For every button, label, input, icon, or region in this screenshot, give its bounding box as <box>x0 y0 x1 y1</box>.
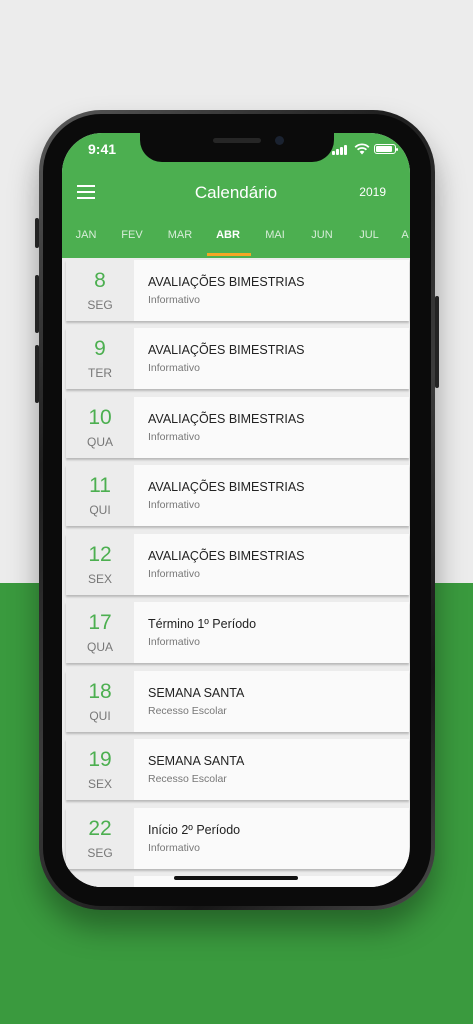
battery-icon <box>374 144 398 154</box>
status-icons <box>332 143 398 155</box>
list-item[interactable]: 22 SEG Início 2º Período Informativo <box>66 808 409 869</box>
power-button <box>435 296 439 388</box>
tab-month-mar[interactable]: MAR <box>159 225 201 258</box>
weekday-label: QUA <box>86 435 113 449</box>
home-indicator[interactable] <box>174 876 298 880</box>
event-category: Informativo <box>148 568 200 580</box>
weekday-label: TER <box>88 366 112 380</box>
event-title: Início 2º Período <box>148 823 241 837</box>
selected-month-indicator <box>207 253 251 256</box>
weekday-label: SEX <box>87 777 112 791</box>
event-category: Informativo <box>148 499 200 511</box>
year-label[interactable]: 2019 <box>359 185 386 199</box>
speaker <box>213 138 261 143</box>
day-number: 18 <box>88 680 112 703</box>
camera-icon <box>275 136 284 145</box>
event-title: AVALIAÇÕES BIMESTRIAS <box>148 275 305 289</box>
list-item[interactable]: 18 QUI SEMANA SANTA Recesso Escolar <box>66 671 409 732</box>
event-title: AVALIAÇÕES BIMESTRIAS <box>148 412 305 426</box>
event-category: Informativo <box>148 362 200 374</box>
list-item[interactable]: 8 SEG AVALIAÇÕES BIMESTRIAS Informativo <box>66 260 409 321</box>
month-tabs: JAN FEV MAR ABR MAI JUN JUL A <box>62 225 410 258</box>
tab-month-jan[interactable]: JAN <box>65 225 107 258</box>
event-title: SEMANA SANTA <box>148 686 245 700</box>
day-number: 9 <box>94 337 106 360</box>
wifi-icon <box>354 143 370 155</box>
day-number: 11 <box>89 474 111 497</box>
day-number: 12 <box>88 543 112 566</box>
date-box: 18 QUI <box>66 671 134 732</box>
list-item[interactable]: 11 QUI AVALIAÇÕES BIMESTRIAS Informativo <box>66 465 409 526</box>
list-item[interactable]: 9 TER AVALIAÇÕES BIMESTRIAS Informativo <box>66 328 409 389</box>
tab-month-ago[interactable]: A <box>384 225 410 258</box>
event-title: AVALIAÇÕES BIMESTRIAS <box>148 480 305 494</box>
tab-month-jun[interactable]: JUN <box>301 225 343 258</box>
event-title: AVALIAÇÕES BIMESTRIAS <box>148 549 305 563</box>
app-header: 9:41 Calendário 2019 JAN FEV MAR ABR MAI… <box>62 133 410 258</box>
list-item[interactable]: 17 QUA Término 1º Período Informativo <box>66 602 409 663</box>
weekday-label: QUI <box>89 709 111 723</box>
notch <box>140 133 334 162</box>
event-category: Informativo <box>148 431 200 443</box>
weekday-label: SEG <box>87 846 113 860</box>
date-box <box>66 876 134 887</box>
day-number: 19 <box>88 748 112 771</box>
weekday-label: SEX <box>87 572 112 586</box>
page-title: Calendário <box>194 183 278 202</box>
status-time: 9:41 <box>88 141 117 157</box>
event-category: Recesso Escolar <box>148 773 227 785</box>
tab-month-fev[interactable]: FEV <box>111 225 153 258</box>
list-item[interactable]: 19 SEX SEMANA SANTA Recesso Escolar <box>66 739 409 800</box>
weekday-label: QUI <box>89 503 111 517</box>
day-number: 8 <box>94 269 106 292</box>
event-title: SEMANA SANTA <box>148 754 245 768</box>
date-box: 10 QUA <box>66 397 134 458</box>
date-box: 17 QUA <box>66 602 134 663</box>
date-box: 19 SEX <box>66 739 134 800</box>
weekday-label: QUA <box>86 640 113 654</box>
day-number: 22 <box>88 817 112 840</box>
phone-screen: 9:41 Calendário 2019 JAN FEV MAR ABR MAI… <box>62 133 410 887</box>
date-box: 22 SEG <box>66 808 134 869</box>
date-box: 8 SEG <box>66 260 134 321</box>
event-title: AVALIAÇÕES BIMESTRIAS <box>148 343 305 357</box>
day-number: 10 <box>88 406 112 429</box>
day-number: 17 <box>88 611 112 634</box>
event-title: Término 1º Período <box>148 617 257 631</box>
list-item[interactable]: 12 SEX AVALIAÇÕES BIMESTRIAS Informativo <box>66 534 409 595</box>
date-box: 12 SEX <box>66 534 134 595</box>
event-category: Informativo <box>148 842 200 854</box>
tab-month-mai[interactable]: MAI <box>254 225 296 258</box>
list-item[interactable]: 10 QUA AVALIAÇÕES BIMESTRIAS Informativo <box>66 397 409 458</box>
event-category: Recesso Escolar <box>148 705 227 717</box>
date-box: 11 QUI <box>66 465 134 526</box>
weekday-label: SEG <box>87 298 113 312</box>
event-category: Informativo <box>148 294 200 306</box>
date-box: 9 TER <box>66 328 134 389</box>
event-category: Informativo <box>148 636 200 648</box>
